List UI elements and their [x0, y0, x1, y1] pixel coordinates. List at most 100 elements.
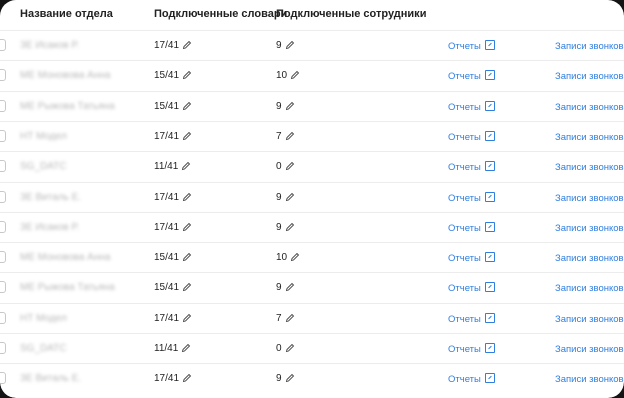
reports-label: Отчеты [448, 131, 481, 143]
external-link-icon [484, 221, 495, 232]
dictionaries-cell: 17/41 [154, 192, 192, 205]
pencil-icon[interactable] [285, 282, 295, 295]
row-checkbox[interactable] [0, 372, 6, 385]
reports-link[interactable]: Отчеты [448, 70, 495, 82]
call-records-link[interactable]: Записи звонков [555, 161, 624, 173]
call-records-link[interactable]: Записи звонков [555, 101, 624, 113]
row-checkbox[interactable] [0, 251, 6, 264]
row-checkbox[interactable] [0, 99, 6, 112]
pencil-icon[interactable] [182, 373, 192, 386]
pencil-icon[interactable] [285, 40, 295, 53]
pencil-icon[interactable] [290, 70, 300, 83]
pencil-icon[interactable] [285, 313, 295, 326]
reports-label: Отчеты [448, 253, 481, 265]
reports-link[interactable]: Отчеты [448, 100, 495, 113]
call-records-label: Записи звонков [555, 313, 624, 325]
call-records-link[interactable]: Записи звонков [555, 343, 624, 355]
table-row: МЕ Рыжова Татьяна 15/41 9 Отчеты Записи звон… [0, 272, 624, 303]
call-records-link[interactable]: Записи звонков [555, 70, 624, 82]
reports-link[interactable]: Отчеты [448, 161, 495, 173]
pencil-icon[interactable] [285, 373, 295, 386]
employees-count: 9 [276, 221, 282, 233]
call-records-link[interactable]: Записи звонков [555, 373, 624, 385]
reports-link[interactable]: Отчеты [448, 252, 495, 264]
pencil-icon[interactable] [182, 40, 192, 53]
reports-link[interactable]: Отчеты [448, 373, 495, 385]
external-link-icon [484, 70, 495, 81]
reports-label: Отчеты [448, 192, 481, 204]
employees-cell: 10 [276, 252, 300, 265]
dictionaries-cell: 17/41 [154, 40, 192, 53]
reports-link[interactable]: Отчеты [448, 40, 495, 52]
employees-cell: 9 [276, 222, 295, 235]
employees-count: 10 [276, 252, 288, 264]
call-records-label: Записи звонков [555, 253, 624, 265]
pencil-icon[interactable] [285, 192, 295, 205]
dictionaries-cell: 15/41 [154, 101, 192, 114]
reports-label: Отчеты [448, 71, 481, 83]
table-row: ЗЕ Виталь Е. 17/41 9 Отчеты Записи звонков [0, 363, 624, 394]
reports-link[interactable]: Отчеты [448, 191, 495, 204]
dictionaries-count: 17/41 [154, 40, 180, 51]
call-records-label: Записи звонков [555, 192, 624, 204]
row-checkbox[interactable] [0, 220, 6, 233]
external-link-icon [484, 373, 495, 384]
department-name: МЕ Рыжова Татьяна [20, 100, 115, 112]
pencil-icon[interactable] [182, 313, 192, 326]
department-name: МЕ Моновова Анна [20, 252, 111, 264]
reports-label: Отчеты [448, 313, 481, 325]
call-records-link[interactable]: Записи звонков [555, 222, 624, 234]
pencil-icon[interactable] [182, 192, 192, 205]
pencil-icon[interactable] [285, 343, 295, 356]
pencil-icon[interactable] [285, 131, 295, 144]
row-checkbox[interactable] [0, 190, 6, 203]
row-checkbox[interactable] [0, 129, 6, 142]
reports-link[interactable]: Отчеты [448, 130, 495, 143]
call-records-link[interactable]: Записи звонков [555, 192, 624, 204]
row-checkbox[interactable] [0, 160, 6, 173]
employees-cell: 9 [276, 40, 295, 53]
pencil-icon[interactable] [181, 343, 191, 356]
department-name: ЗЕ Виталь Е. [20, 191, 82, 203]
pencil-icon[interactable] [285, 161, 295, 174]
reports-link[interactable]: Отчеты [448, 221, 495, 234]
department-name: МЕ Моновова Анна [20, 70, 111, 82]
reports-label: Отчеты [448, 374, 481, 386]
pencil-icon[interactable] [285, 101, 295, 114]
table-row: SG_DATC 11/41 0 Отчеты Записи звонков [0, 151, 624, 182]
call-records-link[interactable]: Записи звонков [555, 313, 624, 325]
employees-cell: 9 [276, 282, 295, 295]
external-link-icon [484, 161, 495, 172]
table-row: НТ Модел 17/41 7 Отчеты Записи звонков [0, 302, 624, 334]
pencil-icon[interactable] [182, 222, 192, 235]
pencil-icon[interactable] [182, 282, 192, 295]
dictionaries-cell: 17/41 [154, 313, 192, 326]
call-records-label: Записи звонков [555, 71, 624, 83]
pencil-icon[interactable] [182, 101, 192, 114]
call-records-link[interactable]: Записи звонков [555, 282, 624, 294]
pencil-icon[interactable] [181, 161, 191, 174]
call-records-link[interactable]: Записи звонков [555, 40, 624, 52]
call-records-label: Записи звонков [555, 374, 624, 386]
pencil-icon[interactable] [182, 70, 192, 83]
row-checkbox[interactable] [0, 342, 6, 354]
pencil-icon[interactable] [290, 252, 300, 265]
row-checkbox[interactable] [0, 281, 6, 294]
table-row: МЕ Моновова Анна 15/41 10 Отчеты Записи звон… [0, 242, 624, 273]
row-checkbox[interactable] [0, 311, 6, 324]
reports-link[interactable]: Отчеты [448, 312, 495, 325]
pencil-icon[interactable] [182, 252, 192, 265]
reports-link[interactable]: Отчеты [448, 282, 495, 294]
employees-count: 0 [276, 161, 282, 173]
row-checkbox[interactable] [0, 69, 6, 82]
employees-cell: 0 [276, 343, 295, 356]
call-records-link[interactable]: Записи звонков [555, 252, 624, 264]
pencil-icon[interactable] [182, 131, 192, 144]
call-records-label: Записи звонков [555, 101, 624, 113]
department-name: ЗЕ Виталь Е. [20, 373, 82, 385]
call-records-link[interactable]: Записи звонков [555, 131, 624, 143]
pencil-icon[interactable] [285, 222, 295, 235]
row-checkbox[interactable] [0, 39, 6, 51]
reports-link[interactable]: Отчеты [448, 343, 495, 355]
table-row: ЗЕ Виталь Е. 17/41 9 Отчеты Записи звонков [0, 181, 624, 213]
